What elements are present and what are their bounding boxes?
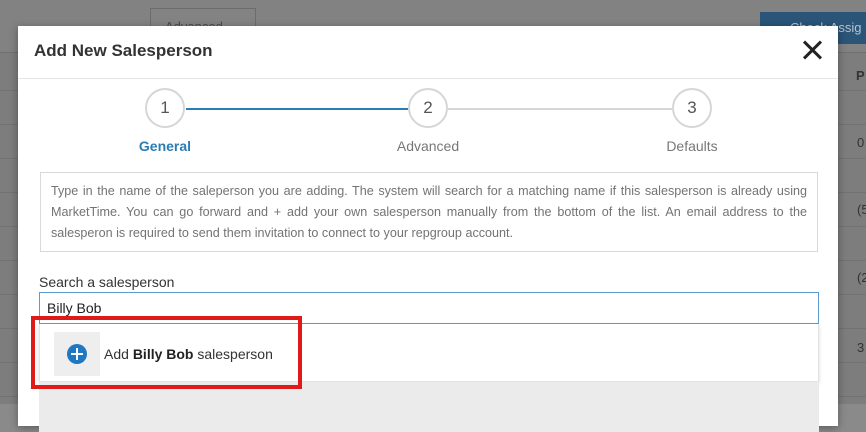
- step-connector: [448, 108, 672, 110]
- close-icon[interactable]: [800, 38, 824, 62]
- step-1-circle[interactable]: 1: [145, 88, 185, 128]
- list-area: [39, 382, 819, 432]
- step-3-circle[interactable]: 3: [672, 88, 712, 128]
- background-cell: 3: [857, 340, 865, 355]
- step-connector-completed: [186, 108, 408, 110]
- annotation-highlight: [31, 316, 302, 389]
- modal-title: Add New Salesperson: [34, 41, 213, 60]
- background-column-header: P: [856, 68, 865, 83]
- search-label: Search a salesperson: [39, 274, 175, 290]
- background-cell: 0: [857, 135, 865, 150]
- step-1-label[interactable]: General: [105, 138, 225, 154]
- step-2-label[interactable]: Advanced: [368, 138, 488, 154]
- background-cell: (5: [857, 202, 866, 217]
- step-2-circle[interactable]: 2: [408, 88, 448, 128]
- background-cell: (2: [857, 270, 866, 285]
- step-3-label[interactable]: Defaults: [632, 138, 752, 154]
- instructions-box: Type in the name of the saleperson you a…: [40, 172, 818, 252]
- modal-header-divider: [18, 78, 838, 79]
